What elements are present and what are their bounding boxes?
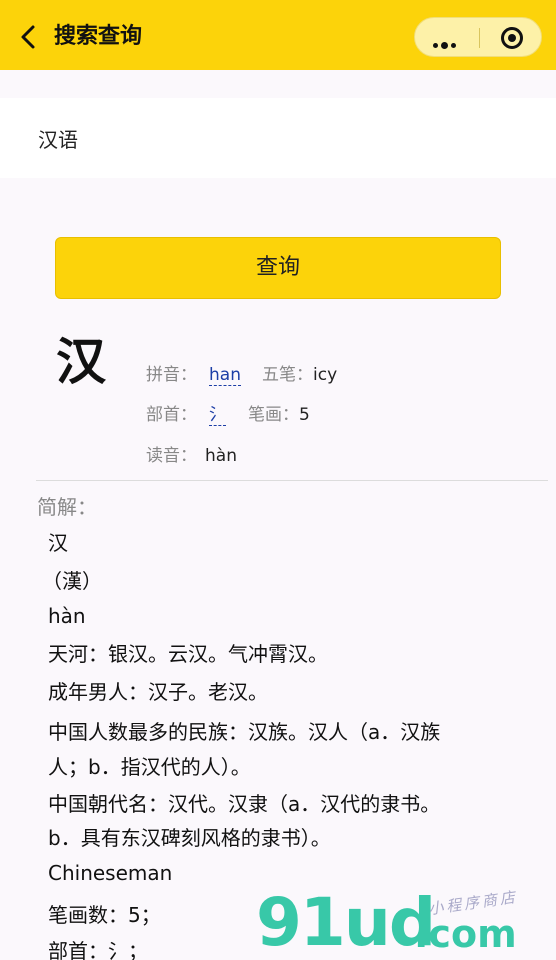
wubi-value: icy xyxy=(313,365,338,385)
chevron-left-icon xyxy=(21,25,35,49)
strokes-value: 5 xyxy=(299,405,310,425)
brief-line: hàn xyxy=(48,604,86,628)
radical-row: 部首： 氵 xyxy=(146,404,226,426)
brief-line: 天河：银汉。云汉。气冲霄汉。 xyxy=(48,642,328,666)
divider xyxy=(36,480,548,481)
wubi-row: 五笔：icy xyxy=(262,364,337,386)
watermark-logo: 91ud .com 小程序商店 xyxy=(256,888,556,960)
result-character: 汉 xyxy=(56,333,106,391)
brief-line: 汉 xyxy=(48,531,68,555)
navbar: 搜索查询 xyxy=(0,0,556,70)
more-dots-icon xyxy=(433,35,459,54)
radical-label: 部首： xyxy=(146,405,197,425)
brief-line: 中国朝代名：汉代。汉隶（a．汉代的隶书。 xyxy=(48,792,441,816)
close-button[interactable] xyxy=(479,18,543,58)
brief-line: 中国人数最多的民族：汉族。汉人（a．汉族 xyxy=(48,720,441,744)
brief-line: 部首：氵； xyxy=(48,939,148,960)
brief-line: 人；b．指汉代的人）。 xyxy=(48,755,251,779)
reading-row: 读音： hàn xyxy=(146,445,237,467)
target-circle-icon xyxy=(501,27,523,49)
more-button[interactable] xyxy=(415,18,479,58)
strokes-label: 笔画： xyxy=(248,405,299,425)
search-input[interactable] xyxy=(0,98,556,178)
pinyin-row: 拼音： han xyxy=(146,364,241,386)
brief-line: 笔画数：5； xyxy=(48,903,161,927)
query-button[interactable]: 查询 xyxy=(55,237,501,299)
watermark-brand: 91ud xyxy=(256,884,436,960)
brief-label: 简解： xyxy=(37,495,97,519)
pinyin-link[interactable]: han xyxy=(209,365,241,386)
page-title: 搜索查询 xyxy=(54,24,143,49)
wubi-label: 五笔： xyxy=(262,365,313,385)
brief-line: b．具有东汉碑刻风格的隶书）。 xyxy=(48,826,331,850)
strokes-row: 笔画：5 xyxy=(248,404,310,426)
mini-program-capsule xyxy=(414,17,542,57)
pinyin-label: 拼音： xyxy=(146,365,197,385)
reading-value: hàn xyxy=(205,446,237,466)
brief-line: 成年男人：汉子。老汉。 xyxy=(48,680,268,704)
back-button[interactable] xyxy=(14,22,44,52)
brief-line: Chineseman xyxy=(48,861,173,885)
brief-line: （漢） xyxy=(42,569,102,593)
radical-link[interactable]: 氵 xyxy=(209,405,226,426)
reading-label: 读音： xyxy=(146,446,197,466)
